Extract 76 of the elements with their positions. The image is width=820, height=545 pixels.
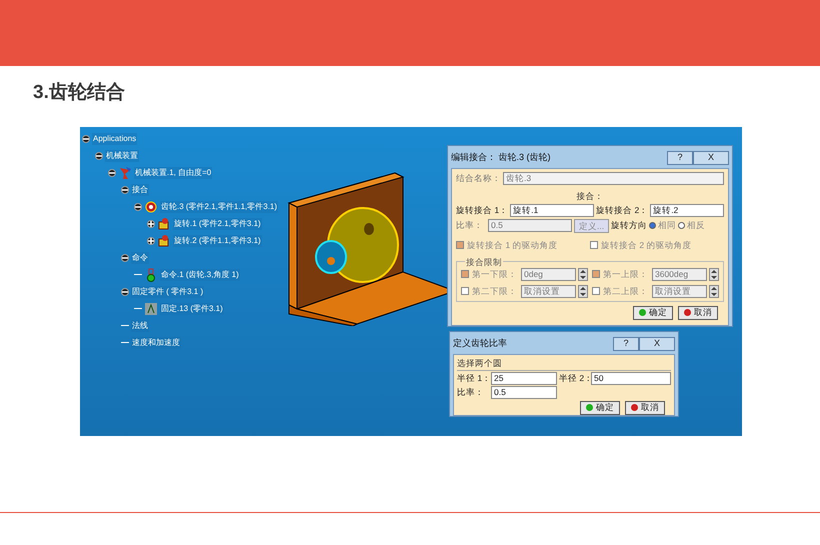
tree-item[interactable]: 旋转.2 (零件1.1,零件3.1) [173, 234, 262, 246]
ok-button[interactable]: 确定 [633, 306, 673, 320]
section-label: 接合： [576, 190, 604, 203]
checkbox[interactable] [456, 241, 464, 250]
collapse-icon[interactable] [134, 202, 142, 210]
input-field[interactable]: 50 [591, 372, 671, 385]
tree-item[interactable]: 齿轮.3 (零件2.1,零件1.1,零件3.1) [160, 200, 278, 212]
group-label: 接合限制 [465, 256, 503, 268]
input-field[interactable]: 取消设置 [652, 284, 707, 298]
field-label: 旋转方向 [611, 219, 648, 232]
spinner-icon[interactable] [709, 268, 719, 280]
collapse-icon[interactable] [95, 152, 103, 160]
checkbox-label: 旋转接合 2 的驱动角度 [601, 238, 692, 252]
tree-item[interactable]: 命令 [131, 252, 149, 264]
tree-item[interactable]: 固定零件 ( 零件3.1 ) [131, 286, 204, 298]
expand-icon[interactable] [147, 236, 155, 244]
slide-title: 3.齿轮结合 [33, 81, 125, 105]
checkbox[interactable] [461, 270, 469, 278]
help-button[interactable]: ? [613, 336, 639, 350]
checkbox-label: 旋转接合 1 的驱动角度 [467, 238, 558, 252]
checkbox[interactable] [590, 241, 598, 250]
tree-item[interactable]: 命令.1 (齿轮.3,角度 1) [160, 268, 240, 280]
input-field[interactable]: 0.5 [491, 386, 557, 399]
radio-label: 相同 [658, 219, 676, 232]
field-label: 结合名称： [456, 172, 501, 185]
checkbox[interactable] [592, 287, 600, 295]
dialog-title: 编辑接合： 齿轮.3 (齿轮) [451, 150, 552, 164]
collapse-icon[interactable] [121, 254, 129, 262]
tree-item[interactable]: 接合 [131, 184, 149, 196]
tree-item[interactable]: 旋转.1 (零件2.1,零件3.1) [173, 218, 262, 230]
spinner-icon[interactable] [578, 284, 588, 298]
cancel-button[interactable]: 取消 [678, 306, 718, 320]
collapse-icon[interactable] [82, 134, 90, 142]
field-label: 半径 2： [559, 372, 589, 385]
close-button[interactable]: X [639, 336, 675, 350]
input-field[interactable]: 3600deg [652, 268, 707, 280]
tree-item[interactable]: 机械装置 [105, 150, 139, 162]
tree-item[interactable]: 法线 [131, 320, 149, 332]
radio-button[interactable] [678, 222, 686, 230]
input-field[interactable]: 取消设置 [521, 284, 576, 298]
input-field[interactable]: 旋转.2 [650, 204, 724, 217]
define-button[interactable]: 定义... [574, 218, 610, 233]
tree-item[interactable]: 机械装置.1, 自由度=0 [134, 166, 212, 178]
ok-button[interactable]: 确定 [580, 400, 620, 415]
input-field[interactable]: 0deg [521, 268, 576, 280]
dialog-title: 定义齿轮比率 [453, 336, 508, 350]
checkbox-label: 第一下限： [472, 268, 517, 280]
tree-item[interactable]: 速度和加速度 [131, 336, 181, 348]
field-label: 比率： [457, 386, 485, 399]
input-field[interactable]: 齿轮.3 [503, 172, 724, 185]
field-label: 旋转接合 2： [596, 204, 648, 217]
help-button[interactable]: ? [667, 150, 693, 164]
input-field[interactable]: 0.5 [488, 219, 572, 232]
checkbox-label: 第一上限： [603, 268, 648, 280]
checkbox-label: 第二上限： [603, 284, 648, 298]
spinner-icon[interactable] [709, 284, 719, 298]
close-button[interactable]: X [693, 150, 729, 164]
expand-icon[interactable] [147, 220, 155, 228]
collapse-icon[interactable] [121, 186, 129, 194]
prompt-text: 选择两个圆 [457, 357, 503, 370]
checkbox-label: 第二下限： [472, 284, 517, 298]
field-label: 比率： [456, 219, 484, 232]
input-field[interactable]: 25 [491, 372, 557, 385]
checkbox[interactable] [461, 287, 469, 295]
collapse-icon[interactable] [108, 168, 116, 176]
checkbox[interactable] [592, 270, 600, 278]
collapse-icon[interactable] [121, 288, 129, 296]
radio-button[interactable] [649, 222, 656, 230]
radio-label: 相反 [687, 219, 706, 232]
field-label: 旋转接合 1： [456, 204, 508, 217]
cancel-button[interactable]: 取消 [625, 400, 665, 415]
input-field[interactable]: 旋转.1 [510, 204, 594, 217]
field-label: 半径 1： [457, 372, 489, 385]
spinner-icon[interactable] [578, 268, 588, 280]
tree-item[interactable]: 固定.13 (零件3.1) [160, 302, 224, 314]
tree-item[interactable]: Applications [92, 132, 138, 144]
